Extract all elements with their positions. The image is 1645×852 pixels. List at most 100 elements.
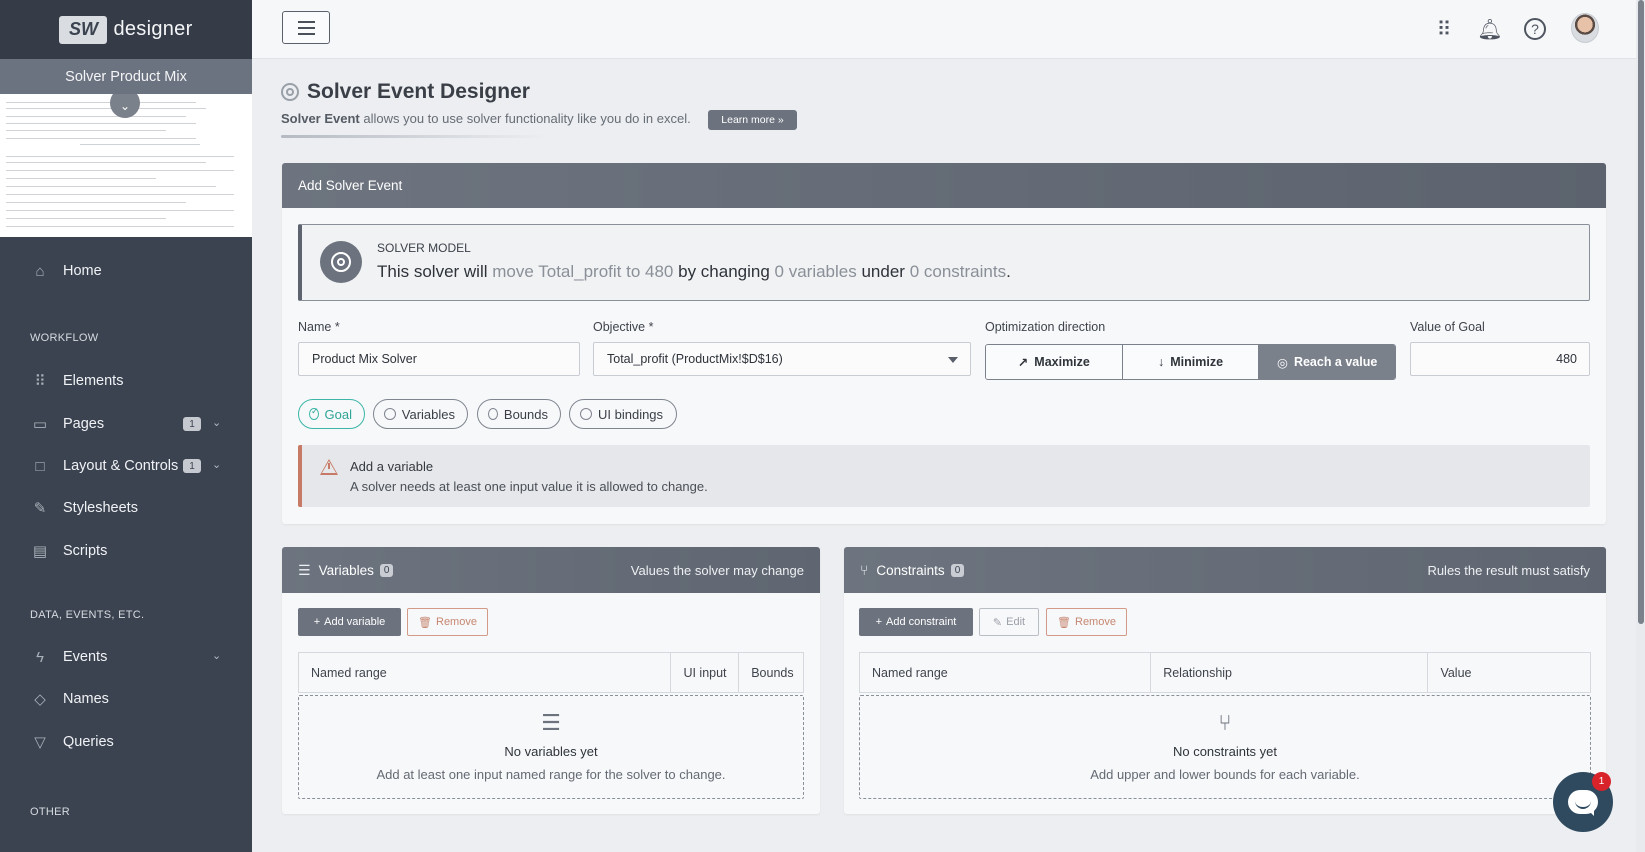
maximize-label: Maximize [1034,355,1090,369]
empty-text: Add upper and lower bounds for each vari… [1090,767,1360,782]
sidebar-item-label: Scripts [63,543,108,559]
target-icon [320,241,362,283]
tab-goal[interactable]: Goal [298,399,365,429]
grid-icon: ⠿ [34,373,46,390]
column-header[interactable]: Named range [299,653,672,692]
goal-value-input[interactable]: 480 [1410,342,1590,376]
empty-title: No variables yet [504,744,598,759]
tab-label: Bounds [503,406,548,422]
sidebar-item-label: Elements [63,373,124,389]
sidebar-item-pages[interactable]: ▭ Pages 1 ⌄ [0,407,252,441]
sidebar-item-stylesheets[interactable]: ✎ Stylesheets [0,491,252,525]
empty-title: No constraints yet [1172,744,1278,759]
sentence-part: by changing [673,262,775,281]
minimize-button[interactable]: ↓ Minimize [1122,345,1260,379]
page-scrollbar[interactable] [1636,0,1645,852]
sliders-icon: ☰ [541,710,561,735]
solver-model-sentence: This solver will move Total_profit to 48… [377,262,1011,282]
lightning-icon: ϟ [36,648,44,666]
reach-value-button[interactable]: ◎ Reach a value [1259,345,1395,379]
brand[interactable]: SW designer [0,0,252,59]
sentence-part: This solver will [377,262,493,281]
page-header: Solver Event Designer [281,80,530,104]
solver-model-label: SOLVER MODEL [377,241,471,255]
add-variable-button[interactable]: + Add variable [298,608,401,636]
trash-icon: 🗑︎ [418,616,432,629]
tab-bounds[interactable]: Bounds [477,399,561,429]
workbook-thumbnail[interactable]: ⌄ [0,94,252,237]
constraints-hint: Rules the result must satisfy [1427,562,1590,578]
column-header[interactable]: Value [1428,653,1590,692]
logo-text: designer [113,18,193,40]
chevron-down-icon[interactable]: ⌄ [212,416,221,429]
sentence-part: . [1006,262,1011,281]
chevron-down-icon[interactable]: ⌄ [212,649,221,662]
logo: SW designer [59,15,193,44]
remove-label: Remove [436,616,477,628]
objective-select[interactable]: Total_profit (ProductMix!$D$16) [593,342,971,376]
edit-label: Edit [1006,616,1026,628]
alert-title: Add a variable [350,459,434,474]
edit-constraint-button[interactable]: ✎ Edit [979,608,1039,636]
trend-up-icon: ↗ [1017,355,1029,370]
subtitle-text: allows you to use solver functionality l… [359,111,691,126]
sidebar-item-scripts[interactable]: ▤ Scripts [0,534,252,568]
warning-alert: Add a variable A solver needs at least o… [298,445,1590,507]
sidebar-item-label: Home [63,263,102,279]
page-subtitle: Solver Event allows you to use solver fu… [281,111,691,126]
sidebar-item-label: Queries [63,734,114,750]
chat-icon [1568,790,1598,816]
column-header[interactable]: Relationship [1151,653,1429,692]
sidebar-item-label: Names [63,691,109,707]
page-title: Solver Event Designer [307,80,530,103]
filter-icon: ▽ [34,734,46,751]
variables-empty-state: ☰ No variables yet Add at least one inpu… [298,695,804,799]
project-name[interactable]: Solver Product Mix [0,59,252,94]
window-icon: □ [35,457,45,475]
empty-text: Add at least one input named range for t… [376,767,726,782]
layout-badge: 1 [183,459,201,473]
sidebar-item-label: Pages [63,416,105,432]
chevron-down-icon[interactable]: ⌄ [212,458,221,471]
remove-variable-button[interactable]: 🗑︎ Remove [407,608,488,636]
scrollbar-thumb[interactable] [1638,0,1644,624]
branch-icon: ⑂ [860,562,869,578]
constraints-title: Constraints [876,562,945,578]
bell-icon[interactable]: 🔔︎ [1477,16,1503,42]
remove-label: Remove [1075,616,1116,628]
add-constraint-button[interactable]: + Add constraint [859,608,973,636]
column-header[interactable]: Bounds [739,653,803,692]
sidebar-item-label: Events [63,649,108,665]
tab-ui-bindings[interactable]: UI bindings [569,399,677,429]
sliders-icon: ☰ [298,561,311,578]
add-constraint-label: Add constraint [886,616,957,628]
sidebar-item-events[interactable]: ϟ Events ⌄ [0,640,252,674]
solver-model-summary: SOLVER MODEL This solver will move Total… [298,224,1590,301]
apps-grid-icon[interactable]: ⠿ [1431,16,1457,42]
name-input[interactable]: Product Mix Solver [298,342,580,376]
direction-label: Optimization direction [985,320,1106,334]
column-header[interactable]: UI input [671,653,740,692]
column-header[interactable]: Named range [860,653,1152,692]
tab-label: UI bindings [598,406,664,422]
learn-more-button[interactable]: Learn more » [708,110,797,130]
objective-label: Objective * [593,320,654,334]
sidebar-item-elements[interactable]: ⠿ Elements [0,364,252,398]
help-icon[interactable]: ? [1524,18,1546,40]
circle-icon [488,408,498,420]
tab-variables[interactable]: Variables [373,399,468,429]
sidebar-item-home[interactable]: ⌂ Home [0,254,252,288]
hamburger-menu-button[interactable] [282,11,330,44]
constraints-panel: ⑂ Constraints 0 Rules the result must sa… [844,547,1606,814]
pencil-icon: ✎ [992,616,1003,629]
sidebar-item-names[interactable]: ◇ Names [0,682,252,716]
section-data: DATA, EVENTS, ETC. [30,609,145,621]
maximize-button[interactable]: ↗ Maximize [986,345,1123,379]
alert-text: A solver needs at least one input value … [350,479,708,494]
remove-constraint-button[interactable]: 🗑︎ Remove [1046,608,1127,636]
trash-icon: 🗑︎ [1057,616,1071,629]
avatar[interactable] [1571,13,1599,43]
sidebar-item-queries[interactable]: ▽ Queries [0,725,252,759]
variables-hint: Values the solver may change [630,562,804,578]
sidebar-item-layout-controls[interactable]: □ Layout & Controls 1 ⌄ [0,449,252,483]
